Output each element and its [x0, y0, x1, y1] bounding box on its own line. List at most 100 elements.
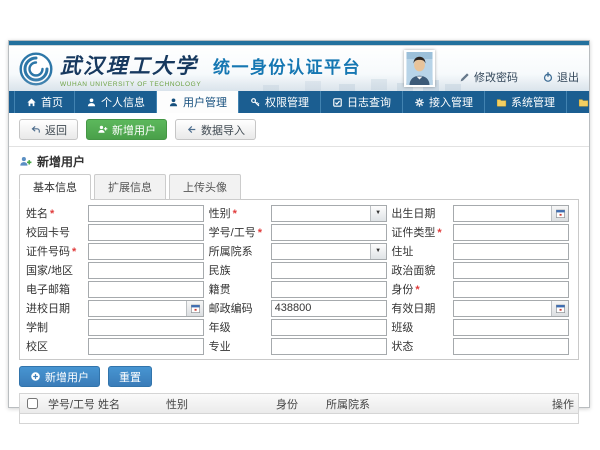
person-icon	[168, 97, 179, 108]
form-field-name: 姓名*	[26, 204, 207, 222]
form-tab-upload-avatar[interactable]: 上传头像	[169, 174, 241, 200]
form-panel: 姓名*性别*▼出生日期校园卡号学号/工号*证件类型*证件号码*所属院系▼住址国家…	[19, 199, 579, 360]
address-input[interactable]	[453, 243, 569, 260]
birth-date-calendar-button[interactable]	[551, 206, 568, 221]
form-field-political-status: 政治面貌	[391, 261, 572, 279]
table-column-header: 学号/工号	[44, 396, 94, 412]
name-input[interactable]	[88, 205, 204, 222]
id-type-input[interactable]	[453, 224, 569, 241]
results-table-header: 学号/工号姓名性别身份所属院系操作	[19, 393, 579, 414]
political-status-label: 政治面貌	[391, 262, 453, 278]
email-label: 电子邮箱	[26, 281, 88, 297]
schooling-length-input[interactable]	[88, 319, 204, 336]
grade-input[interactable]	[271, 319, 387, 336]
valid-date-calendar-button[interactable]	[551, 301, 568, 316]
add-user-toolbar-button[interactable]: 新增用户	[86, 119, 167, 140]
header-user-area: 修改密码 退出	[404, 50, 579, 87]
gender-select-value	[272, 206, 370, 221]
nav-tab-user-management[interactable]: 用户管理	[157, 91, 239, 113]
class-input[interactable]	[453, 319, 569, 336]
class-label: 班级	[391, 319, 453, 335]
entry-date-calendar-button[interactable]	[186, 301, 203, 316]
logout-link[interactable]: 退出	[542, 69, 579, 85]
table-column-header: 姓名	[94, 396, 162, 412]
nav-tab-home[interactable]: 首页	[14, 91, 75, 113]
submit-add-user-label: 新增用户	[45, 369, 89, 385]
back-button-label: 返回	[45, 122, 67, 138]
postal-code-label: 邮政编码	[209, 300, 271, 316]
form-field-major: 专业	[209, 337, 390, 355]
email-input[interactable]	[88, 281, 204, 298]
ethnicity-input[interactable]	[271, 262, 387, 279]
political-status-input[interactable]	[453, 262, 569, 279]
major-input[interactable]	[271, 338, 387, 355]
country-region-input-wrap	[88, 262, 204, 279]
department-select[interactable]: ▼	[271, 243, 387, 260]
form-tabs: 基本信息扩展信息上传头像	[19, 174, 579, 199]
identity-input[interactable]	[453, 281, 569, 298]
campus-input-wrap	[88, 338, 204, 355]
back-button[interactable]: 返回	[19, 119, 78, 140]
select-all-checkbox[interactable]	[27, 398, 38, 409]
campus-input[interactable]	[88, 338, 204, 355]
form-tab-basic-info[interactable]: 基本信息	[19, 174, 91, 200]
form-field-identity: 身份*	[391, 280, 572, 298]
id-number-input[interactable]	[88, 243, 204, 260]
form-field-gender: 性别*▼	[209, 204, 390, 222]
change-password-link[interactable]: 修改密码	[459, 69, 518, 85]
grade-input-wrap	[271, 319, 387, 336]
valid-date-label: 有效日期	[391, 300, 453, 316]
native-place-input[interactable]	[271, 281, 387, 298]
nav-tab-subscription-management[interactable]: 订阅管理	[567, 91, 600, 113]
nav-tab-profile[interactable]: 个人信息	[75, 91, 157, 113]
address-input-wrap	[453, 243, 569, 260]
ethnicity-label: 民族	[209, 262, 271, 278]
university-name-en: WUHAN UNIVERSITY OF TECHNOLOGY	[60, 81, 361, 88]
form-field-address: 住址	[391, 242, 572, 260]
form-field-native-place: 籍贯	[209, 280, 390, 298]
table-column-header: 所属院系	[322, 396, 548, 412]
form-field-entry-date: 进校日期	[26, 299, 207, 317]
add-user-toolbar-label: 新增用户	[112, 122, 156, 138]
nav-tab-log-query[interactable]: 日志查询	[321, 91, 403, 113]
campus-card-no-input[interactable]	[88, 224, 204, 241]
gender-label: 性别*	[209, 205, 271, 221]
country-region-input[interactable]	[88, 262, 204, 279]
schooling-length-input-wrap	[88, 319, 204, 336]
calendar-icon	[555, 303, 566, 314]
reset-button-label: 重置	[119, 369, 141, 385]
nav-tab-access-management[interactable]: 接入管理	[403, 91, 485, 113]
student-employee-no-input[interactable]	[271, 224, 387, 241]
submit-add-user-button[interactable]: 新增用户	[19, 366, 100, 387]
platform-title: 统一身份认证平台	[213, 53, 361, 78]
status-input[interactable]	[453, 338, 569, 355]
form-field-department: 所属院系▼	[209, 242, 390, 260]
form-field-ethnicity: 民族	[209, 261, 390, 279]
folder-icon	[496, 97, 507, 108]
name-input-wrap	[88, 205, 204, 222]
gender-select[interactable]: ▼	[271, 205, 387, 222]
id-number-label: 证件号码*	[26, 243, 88, 259]
postal-code-input-wrap	[271, 300, 387, 317]
person-icon	[86, 97, 97, 108]
postal-code-input[interactable]	[271, 300, 387, 317]
section-title: 新增用户	[19, 147, 579, 174]
department-label: 所属院系	[209, 243, 271, 259]
nav-tab-system-management[interactable]: 系统管理	[485, 91, 567, 113]
form-field-valid-date: 有效日期	[391, 299, 572, 317]
form-field-campus-card-no: 校园卡号	[26, 223, 207, 241]
reset-button[interactable]: 重置	[108, 366, 152, 387]
email-input-wrap	[88, 281, 204, 298]
data-import-button[interactable]: 数据导入	[175, 119, 256, 140]
nav-tab-label: 接入管理	[429, 94, 473, 110]
major-input-wrap	[271, 338, 387, 355]
required-marker: *	[437, 227, 441, 239]
folder-icon	[578, 97, 589, 108]
user-avatar[interactable]	[404, 50, 435, 87]
id-type-label: 证件类型*	[391, 224, 453, 240]
pencil-icon	[459, 71, 471, 83]
form-tab-extended-info[interactable]: 扩展信息	[94, 174, 166, 200]
nav-tab-permission-management[interactable]: 权限管理	[239, 91, 321, 113]
nav-tab-label: 日志查询	[347, 94, 391, 110]
form-actions: 新增用户 重置	[19, 360, 579, 393]
